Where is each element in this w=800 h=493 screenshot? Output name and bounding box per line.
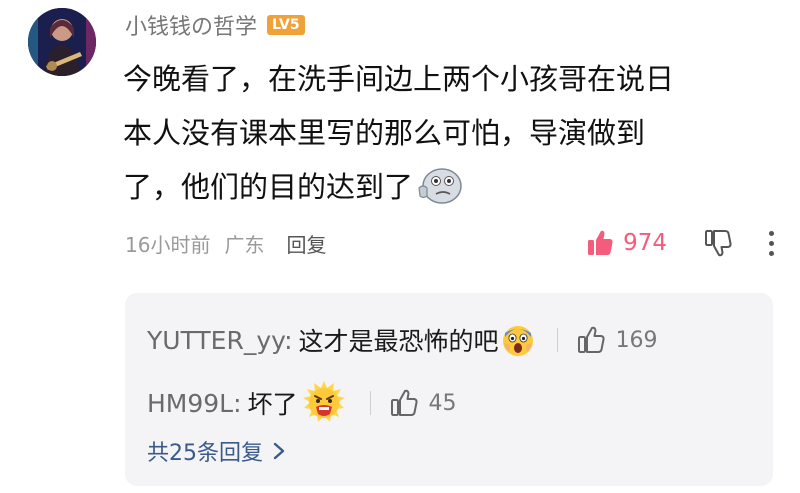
reply-like-count: 45 [428,390,457,416]
chevron-right-icon [273,442,285,460]
more-dot [769,230,774,236]
comment-line-text: 了，他们的目的达到了 [123,170,414,204]
view-all-replies-link[interactable]: 共25条回复 [147,434,287,468]
comment-actions: 974 [585,224,774,262]
reply-author[interactable]: YUTTER_yy: [147,326,293,355]
divider [369,391,371,415]
thumbs-up-outline-icon [577,326,605,353]
screaming-face-emoji [502,326,533,356]
level-badge: LV5 [267,15,305,35]
thumbs-up-icon [588,230,613,255]
more-dot [769,240,774,246]
more-dot [769,250,774,256]
reply-like-button[interactable]: 45 [389,388,457,418]
reply-button[interactable]: 回复 [286,229,326,258]
reply-like-count: 169 [615,327,658,353]
reply-item: HM99L: 坏了 45 [147,381,457,423]
thumbs-up-outline-icon [390,389,418,416]
reply-text: 坏了 [247,390,298,419]
comment-line: 本人没有课本里写的那么可怕，导演做到 [123,116,646,150]
thumbs-down-icon [705,230,732,257]
comment-line-last: 了，他们的目的达到了 [123,160,773,214]
reply-like-button[interactable]: 169 [576,325,658,355]
view-all-replies-label: 共25条回复 [147,441,263,466]
comment-header: 小钱钱の哲学 LV5 [125,10,305,40]
shocked-face-emoji [302,381,345,422]
divider [556,328,558,352]
comment-text: 今晚看了，在洗手间边上两个小孩哥在说日 本人没有课本里写的那么可怕，导演做到 了… [123,52,773,214]
thinking-face-emoji [418,168,462,204]
comment-line: 今晚看了，在洗手间边上两个小孩哥在说日 [123,62,675,96]
comment-location: 广东 [224,232,265,257]
comment-meta: 16小时前 广东 回复 [125,226,326,260]
replies-panel: YUTTER_yy: 这才是最恐怖的吧 169 HM99L: 坏了 45 共25… [125,293,773,486]
reply-author[interactable]: HM99L: [147,389,242,418]
dislike-button[interactable] [703,228,733,258]
username[interactable]: 小钱钱の哲学 [125,9,257,41]
reply-text: 这才是最恐怖的吧 [298,327,499,356]
avatar[interactable] [28,8,96,76]
like-button[interactable]: 974 [585,228,667,258]
like-count: 974 [623,230,667,256]
comment-time: 16小时前 [125,232,211,257]
avatar-image [28,8,96,76]
more-icon[interactable] [769,230,774,256]
reply-item: YUTTER_yy: 这才是最恐怖的吧 169 [147,320,658,360]
